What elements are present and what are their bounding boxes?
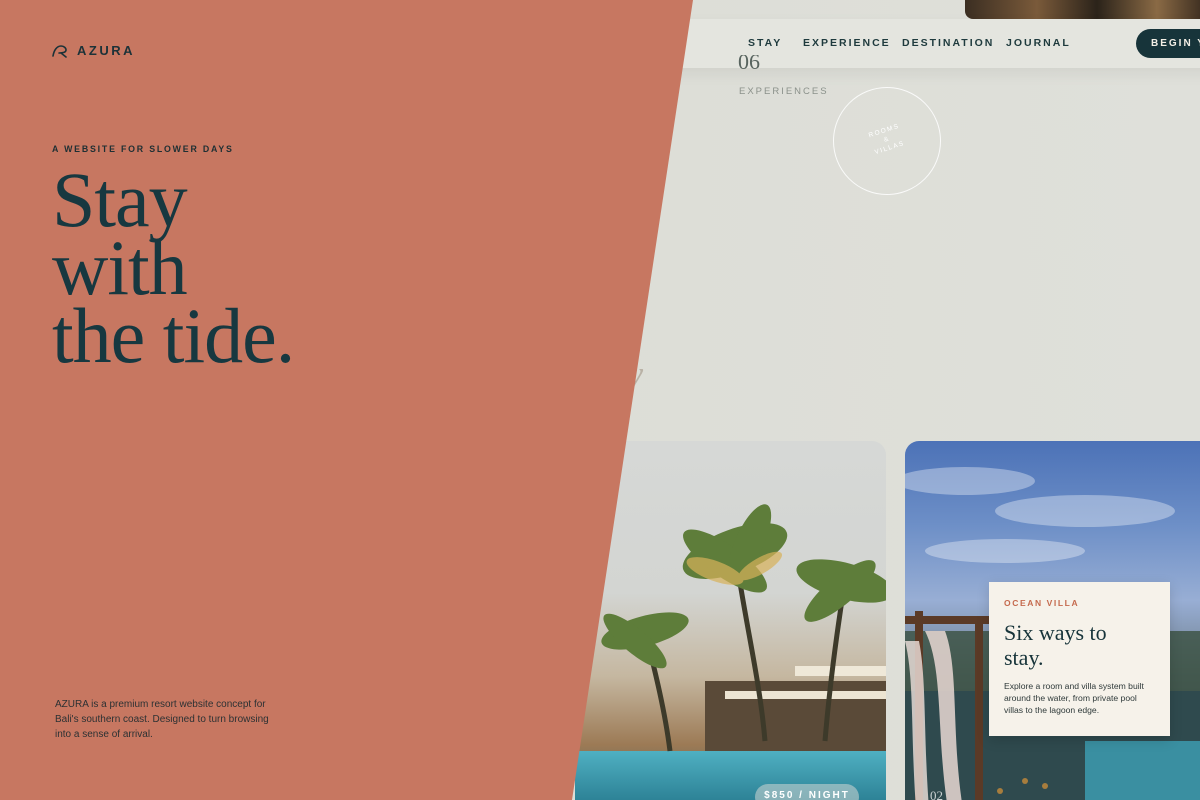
- headline-line: the tide.: [52, 292, 295, 379]
- rooms-villas-label: ROOMS & VILLAS: [867, 122, 906, 157]
- villa-title: Six ways to stay.: [1004, 620, 1107, 670]
- navbar: [600, 19, 1200, 68]
- azura-logo-icon: [52, 44, 67, 58]
- brand-name: AZURA: [77, 43, 135, 58]
- resort-card-photo[interactable]: [575, 441, 886, 800]
- hero-headline: Stay with the tide.: [52, 161, 295, 379]
- villa-tag: OCEAN VILLA: [1004, 598, 1080, 608]
- top-photo: [965, 0, 1200, 19]
- nav-journal[interactable]: JOURNAL: [1006, 37, 1071, 49]
- nav-experience[interactable]: EXPERIENCE: [803, 37, 891, 49]
- nav-destination[interactable]: DESTINATION: [902, 37, 994, 49]
- villa-description: Explore a room and villa system built ar…: [1004, 681, 1144, 715]
- rooms-villas-badge[interactable]: ROOMS & VILLAS: [833, 87, 941, 195]
- stat-label: EXPERIENCES: [739, 86, 829, 97]
- nav-stay[interactable]: STAY: [748, 37, 782, 49]
- palm-pool-illustration: [575, 504, 886, 800]
- card-index: 02: [930, 788, 943, 800]
- hero-blurb: AZURA is a premium resort website concep…: [55, 699, 269, 740]
- hero-eyebrow: A WEBSITE FOR SLOWER DAYS: [52, 144, 234, 154]
- price-pill[interactable]: $850 / NIGHT: [755, 784, 859, 800]
- ocean-villa-panel: OCEAN VILLA Six ways to stay. Explore a …: [989, 582, 1170, 736]
- begin-button[interactable]: BEGIN YO: [1136, 29, 1200, 58]
- brand[interactable]: AZURA: [51, 43, 135, 58]
- stat-number: 06: [738, 55, 760, 74]
